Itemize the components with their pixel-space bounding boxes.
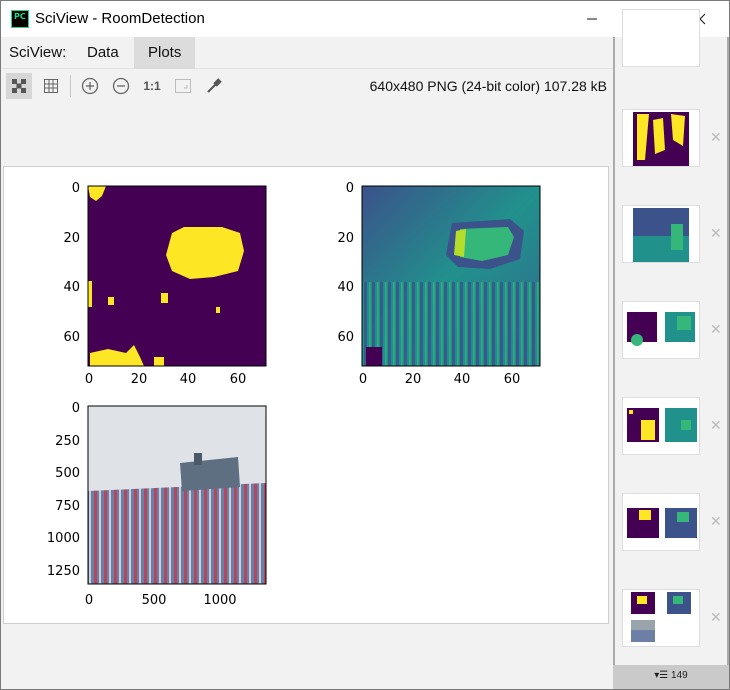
plot-thumbnail[interactable]	[622, 589, 700, 647]
plots-history-panel: ✕ ✕ ✕ ✕ ✕ ✕ ▾☰ 149	[613, 9, 729, 689]
x-tick-label: 40	[180, 372, 197, 387]
window-title: SciView - RoomDetection	[35, 10, 205, 27]
y-tick-label: 60	[63, 330, 80, 345]
y-tick-label: 750	[55, 499, 80, 514]
tab-plots[interactable]: Plots	[134, 37, 196, 69]
plot-thumbnail[interactable]	[622, 301, 700, 359]
pycharm-icon: PC	[11, 10, 29, 28]
zoom-out-button[interactable]	[108, 73, 134, 99]
minimize-button[interactable]	[569, 1, 615, 37]
y-tick-label: 20	[63, 231, 80, 246]
depth-lower-region	[362, 282, 540, 366]
grid-icon	[44, 79, 58, 93]
close-thumbnail-icon[interactable]: ✕	[710, 321, 722, 338]
figure: 0 20 40 60 0 20 40 60 0 20 40 60 0 20 40…	[47, 181, 541, 608]
fit-zoom-button[interactable]	[170, 73, 196, 99]
photo-plot: 0 250 500 750 1000 1250 0 500 1000	[47, 401, 267, 608]
thumbnail-count-label: 149	[671, 670, 688, 681]
close-thumbnail-icon[interactable]: ✕	[710, 129, 722, 146]
mask-blob	[166, 227, 244, 279]
chessboard-toggle[interactable]	[6, 73, 32, 99]
x-tick-label: 0	[359, 372, 367, 387]
y-tick-label: 0	[72, 181, 80, 196]
plot-thumbnail[interactable]	[622, 109, 700, 167]
color-picker-button[interactable]	[201, 73, 227, 99]
toolbar: 1:1 640x480 PNG (24-bit color) 107.28 kB	[1, 69, 613, 103]
sciview-label: SciView:	[9, 44, 67, 61]
x-tick-label: 0	[85, 593, 93, 608]
depth-corner	[366, 347, 382, 366]
tab-data[interactable]: Data	[73, 37, 133, 69]
thumbnail-count[interactable]: ▾☰ 149	[613, 665, 729, 689]
plot-thumbnail[interactable]	[622, 9, 700, 67]
x-tick-label: 60	[230, 372, 247, 387]
x-tick-label: 20	[405, 372, 422, 387]
plot-thumbnail[interactable]	[622, 205, 700, 263]
mask-edge	[88, 281, 92, 307]
y-tick-label: 0	[72, 401, 80, 416]
x-tick-label: 0	[85, 372, 93, 387]
actual-size-button[interactable]: 1:1	[139, 73, 165, 99]
eyedropper-icon	[207, 78, 222, 93]
mask-plot: 0 20 40 60 0 20 40 60	[63, 181, 267, 387]
chessboard-icon	[12, 79, 26, 93]
y-tick-label: 250	[55, 434, 80, 449]
plot-thumbnail[interactable]	[622, 493, 700, 551]
x-tick-label: 1000	[203, 593, 236, 608]
y-tick-label: 1250	[47, 564, 80, 579]
toolbar-separator	[70, 75, 71, 97]
zoom-in-button[interactable]	[77, 73, 103, 99]
fit-zoom-icon	[175, 79, 191, 93]
zoom-out-icon	[112, 77, 130, 95]
close-thumbnail-icon[interactable]: ✕	[710, 513, 722, 530]
y-tick-label: 60	[337, 330, 354, 345]
plot-thumbnail[interactable]	[622, 397, 700, 455]
photo-object	[180, 457, 240, 491]
photo-tablecloth	[88, 483, 266, 584]
x-tick-label: 500	[142, 593, 167, 608]
plot-canvas: 0 20 40 60 0 20 40 60 0 20 40 60 0 20 40…	[3, 166, 609, 624]
grid-toggle[interactable]	[38, 73, 64, 99]
y-tick-label: 40	[337, 280, 354, 295]
x-tick-label: 20	[131, 372, 148, 387]
y-tick-label: 1000	[47, 531, 80, 546]
close-thumbnail-icon[interactable]: ✕	[710, 417, 722, 434]
close-thumbnail-icon[interactable]: ✕	[710, 609, 722, 626]
sciview-window: PC SciView - RoomDetection SciView: Data…	[0, 0, 730, 690]
image-info: 640x480 PNG (24-bit color) 107.28 kB	[369, 78, 607, 94]
y-tick-label: 500	[55, 466, 80, 481]
mask-image	[88, 186, 266, 366]
minimize-icon	[587, 18, 597, 20]
close-thumbnail-icon[interactable]: ✕	[710, 225, 722, 242]
depth-plot: 0 20 40 60 0 20 40 60	[337, 181, 541, 387]
x-tick-label: 40	[454, 372, 471, 387]
mask-spot	[108, 297, 114, 305]
y-tick-label: 0	[346, 181, 354, 196]
mask-spot	[154, 357, 164, 366]
x-tick-label: 60	[504, 372, 521, 387]
y-tick-label: 20	[337, 231, 354, 246]
zoom-in-icon	[81, 77, 99, 95]
mask-spot	[161, 293, 168, 303]
title-bar: PC SciView - RoomDetection	[1, 1, 729, 37]
mask-spot	[216, 307, 220, 313]
photo-object-top	[194, 453, 202, 465]
thumbnail-list[interactable]: ✕ ✕ ✕ ✕ ✕ ✕	[615, 9, 727, 665]
y-tick-label: 40	[63, 280, 80, 295]
